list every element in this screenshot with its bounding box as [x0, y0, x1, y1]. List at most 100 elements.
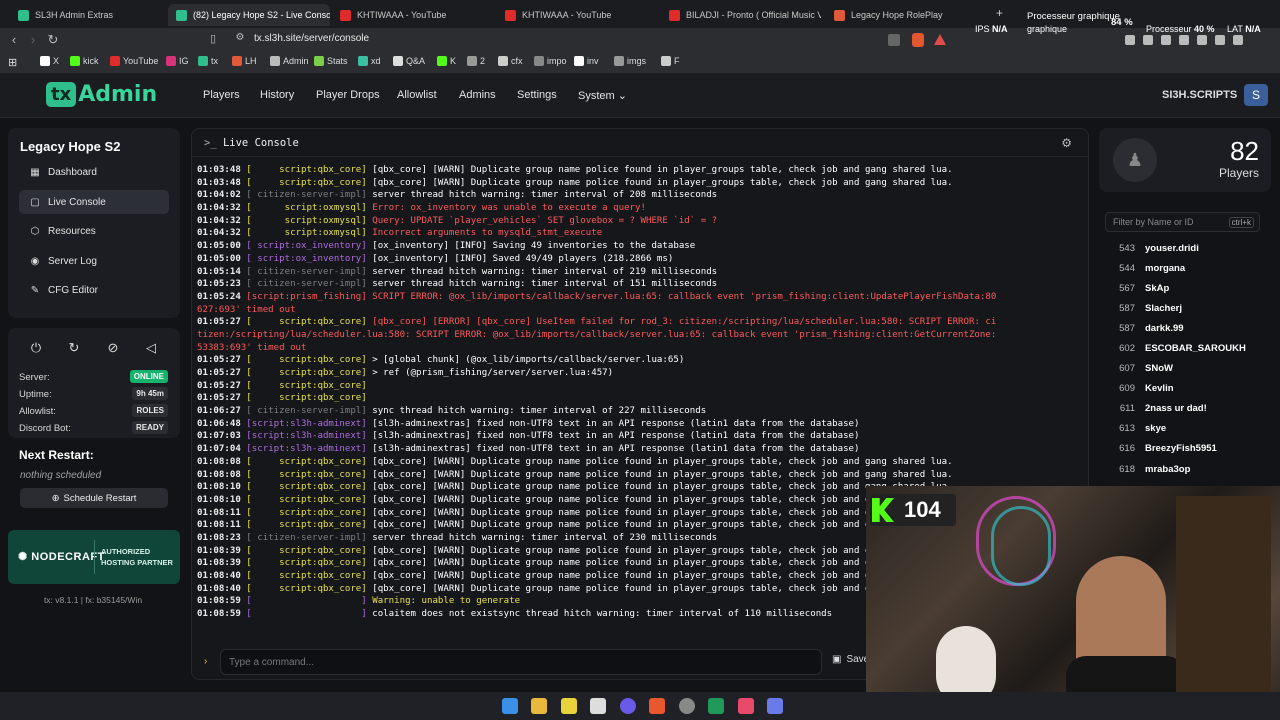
bookmark-item[interactable]: tx: [198, 56, 218, 66]
kick-all-icon[interactable]: ⊘: [104, 340, 122, 356]
github-desktop-icon[interactable]: [679, 698, 695, 714]
bookmark-item[interactable]: Q&A: [393, 56, 425, 66]
bookmark-item[interactable]: imgs: [614, 56, 646, 66]
announce-icon[interactable]: ◁: [142, 340, 160, 356]
txadmin-logo[interactable]: tx Admin: [46, 82, 157, 107]
nav-system[interactable]: System ⌄: [578, 89, 627, 102]
bookmark-item[interactable]: YouTube: [110, 56, 158, 66]
notepad-icon[interactable]: [590, 698, 606, 714]
sidebar-icon[interactable]: [1179, 35, 1189, 45]
schedule-restart-button[interactable]: ⊕ Schedule Restart: [20, 488, 168, 508]
player-filter-input[interactable]: Filter by Name or ID ctrl+k: [1105, 212, 1260, 232]
player-row[interactable]: 618 mraba3op: [1105, 459, 1265, 479]
player-row[interactable]: 587 Slacherj: [1105, 298, 1265, 318]
menu-icon[interactable]: [1233, 35, 1243, 45]
bookmark-item[interactable]: xd: [358, 56, 381, 66]
player-row[interactable]: 607 SNoW: [1105, 359, 1265, 379]
browser-tab[interactable]: BILADJI - Pronto ( Official Music Video …: [661, 4, 821, 26]
brave-shield-icon[interactable]: [912, 33, 924, 47]
forward-icon[interactable]: ›: [25, 32, 41, 47]
bookmark-item[interactable]: impo: [534, 56, 567, 66]
log-source: [script:sl3h-adminext]: [246, 418, 367, 429]
app-icon[interactable]: [738, 698, 754, 714]
bookmark-item[interactable]: IG: [166, 56, 189, 66]
player-row[interactable]: 544 morgana: [1105, 258, 1265, 278]
browser-tab[interactable]: SL3H Admin Extras: [10, 4, 170, 26]
bookmark-favicon-icon: [358, 56, 368, 66]
bookmark-item[interactable]: Stats: [314, 56, 348, 66]
player-row[interactable]: 587 darkk.99: [1105, 318, 1265, 338]
bookmark-item[interactable]: Admin: [270, 56, 309, 66]
nav-admins[interactable]: Admins: [459, 89, 496, 101]
log-timestamp: 01:05:14: [197, 266, 241, 277]
windows-start-icon[interactable]: [502, 698, 518, 714]
browser-tab-active[interactable]: (82) Legacy Hope S2 - Live Console×: [168, 4, 330, 26]
new-tab-button[interactable]: +: [996, 6, 1003, 20]
command-input[interactable]: Type a command...: [220, 649, 822, 675]
site-info-icon[interactable]: ⚙: [232, 32, 248, 43]
player-row[interactable]: 613 skye: [1105, 419, 1265, 439]
player-row[interactable]: 567 SkAp: [1105, 278, 1265, 298]
player-name: SkAp: [1145, 282, 1170, 294]
reload-icon[interactable]: ↻: [45, 32, 61, 48]
player-name: Slacherj: [1145, 302, 1182, 314]
player-row[interactable]: 616 BreezyFish5951: [1105, 439, 1265, 459]
player-row[interactable]: 543 youser.dridi: [1105, 238, 1265, 258]
player-row[interactable]: 602 ESCOBAR_SAROUKH: [1105, 338, 1265, 358]
bookmark-item[interactable]: 2: [467, 56, 485, 66]
player-row[interactable]: 611 2nass ur dad!: [1105, 399, 1265, 419]
console-settings-gear-icon[interactable]: ⚙: [1061, 136, 1072, 150]
user-avatar[interactable]: S: [1244, 84, 1268, 106]
extension-icon[interactable]: [1125, 35, 1135, 45]
bookmark-item[interactable]: cfx: [498, 56, 523, 66]
restart-icon[interactable]: ↻: [65, 340, 83, 356]
reading-list-icon[interactable]: [1161, 35, 1171, 45]
admin-username[interactable]: SI3H.SCRIPTS: [1162, 89, 1237, 101]
fivem-icon[interactable]: [767, 698, 783, 714]
apps-icon[interactable]: ⊞: [8, 56, 17, 69]
gpu-value: 84 %: [1111, 17, 1133, 28]
terminal-icon: >_: [204, 137, 223, 149]
player-row[interactable]: 609 Kevlin: [1105, 379, 1265, 399]
bookmark-item[interactable]: X: [40, 56, 59, 66]
nav-history[interactable]: History: [260, 89, 294, 101]
player-name: darkk.99: [1145, 322, 1184, 334]
sticky-notes-icon[interactable]: [561, 698, 577, 714]
sidebar-item-cfg-editor[interactable]: ✎ CFG Editor: [19, 278, 169, 302]
console-line: 01:05:14 [ citizen-server-impl] server t…: [197, 266, 1082, 279]
back-icon[interactable]: ‹: [6, 32, 22, 47]
nav-players[interactable]: Players: [203, 89, 240, 101]
bookmark-item[interactable]: kick: [70, 56, 99, 66]
url-input[interactable]: tx.sl3h.site/server/console: [254, 33, 369, 44]
save-button[interactable]: ▣ Save: [832, 654, 869, 665]
translate-icon[interactable]: [888, 34, 900, 46]
download-icon[interactable]: [1143, 35, 1153, 45]
excel-icon[interactable]: [708, 698, 724, 714]
browser-tab[interactable]: KHTIWAAA - YouTube: [497, 4, 657, 26]
browser-tab[interactable]: KHTIWAAA - YouTube: [332, 4, 492, 26]
hosting-partner-banner[interactable]: ✺ NODECRAFT AUTHORIZED HOSTING PARTNER: [8, 530, 180, 584]
nav-settings[interactable]: Settings: [517, 89, 557, 101]
bookmark-item[interactable]: K: [437, 56, 456, 66]
log-message: server thread hitch warning: timer inter…: [366, 532, 718, 543]
power-icon[interactable]: ⏻: [27, 340, 45, 356]
bookmark-item[interactable]: F: [661, 56, 680, 66]
bookmark-icon[interactable]: ▯: [205, 32, 221, 45]
discord-icon[interactable]: [620, 698, 636, 714]
brave-icon[interactable]: [649, 698, 665, 714]
vpn-icon[interactable]: [1215, 35, 1225, 45]
nav-allowlist[interactable]: Allowlist: [397, 89, 437, 101]
bookmark-item[interactable]: inv: [574, 56, 599, 66]
log-source: [ ]: [246, 609, 367, 620]
file-explorer-icon[interactable]: [531, 698, 547, 714]
sidebar-item-dashboard[interactable]: ▦ Dashboard: [19, 160, 169, 184]
shutter: [1176, 496, 1271, 716]
sidebar-item-server-log[interactable]: ◉ Server Log: [19, 249, 169, 273]
wallet-icon[interactable]: [1197, 35, 1207, 45]
browser-tab[interactable]: Legacy Hope RolePlay: [826, 4, 986, 26]
sidebar-item-live-console[interactable]: ▢ Live Console: [19, 190, 169, 214]
brave-rewards-icon[interactable]: [934, 34, 946, 45]
nav-player-drops[interactable]: Player Drops: [316, 89, 380, 101]
bookmark-item[interactable]: LH: [232, 56, 257, 66]
sidebar-item-resources[interactable]: ⬡ Resources: [19, 219, 169, 243]
